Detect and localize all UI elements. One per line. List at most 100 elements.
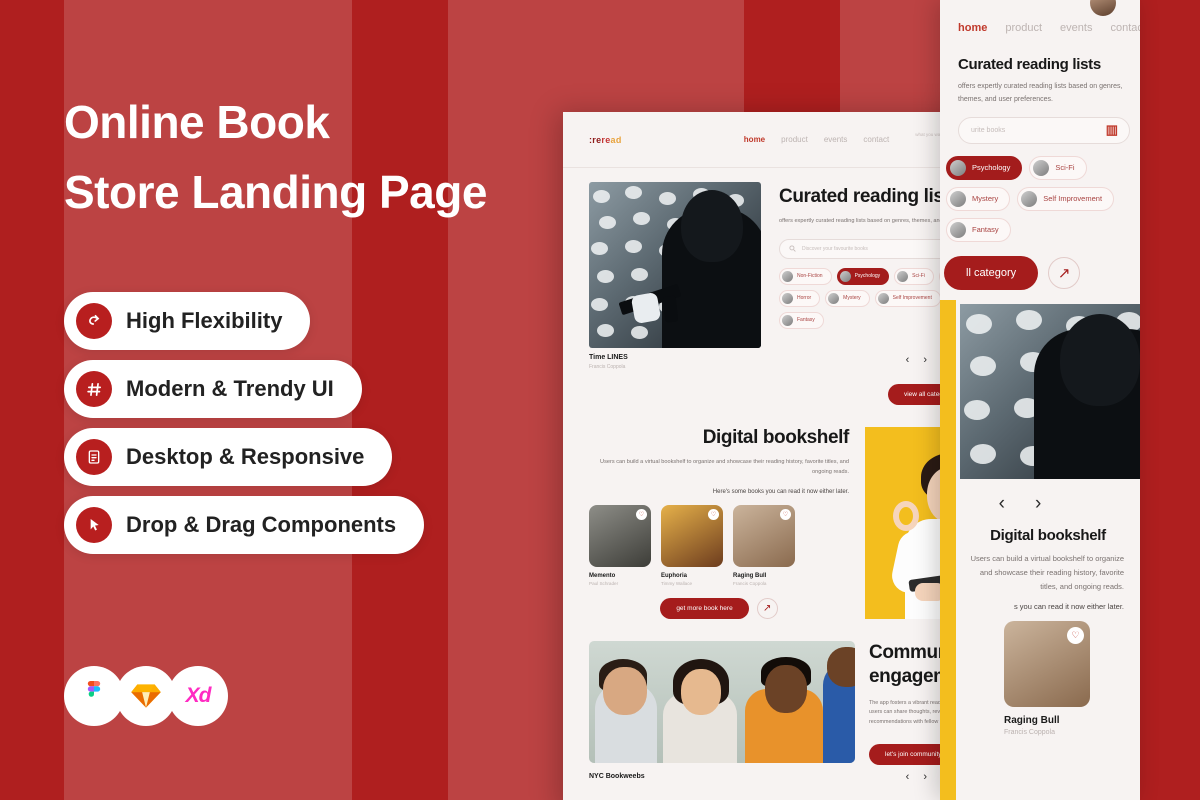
zoom-cta: ll category ↗ <box>940 242 1140 290</box>
genre-tag[interactable]: Self Improvement <box>874 289 941 307</box>
nav-item-product[interactable]: product <box>781 135 808 144</box>
filter-icon[interactable]: ▥ <box>1106 122 1118 138</box>
figma-logo <box>64 666 124 726</box>
zoom-genre-tags: Psychology Sci-Fi Mystery Self Improveme… <box>940 144 1140 242</box>
heart-icon[interactable]: ♡ <box>708 509 719 521</box>
genre-tag-selected[interactable]: Psychology <box>946 155 1023 180</box>
shelf-note: Here's some books you can read it now ei… <box>712 489 849 496</box>
adobe-xd-logo: Xd <box>168 666 228 726</box>
photo-person-3-face <box>765 665 807 714</box>
genre-tag[interactable]: Self Improvement <box>1017 186 1115 211</box>
chevron-right-icon[interactable]: › <box>923 354 927 366</box>
feature-label: Desktop & Responsive <box>126 444 365 469</box>
logo-part-1: :re <box>589 134 602 145</box>
photo-person-1-face <box>603 667 647 716</box>
zoom-subtitle: offers expertly curated reading lists ba… <box>958 83 1123 103</box>
zoom-search-placeholder: urite books <box>971 126 1006 134</box>
genre-tag[interactable]: Fantasy <box>946 217 1011 242</box>
genre-tag[interactable]: Sci-Fi <box>1029 155 1087 180</box>
genre-tag[interactable]: Sci-Fi <box>894 267 934 285</box>
promo-panel: Online Book Store Landing Page High Flex… <box>0 0 600 800</box>
photo-ok-hand <box>893 501 919 531</box>
tool-logos: Xd <box>64 666 228 726</box>
feature-pill-high-flexibility[interactable]: High Flexibility <box>64 292 311 350</box>
brand-logo[interactable]: :reread <box>589 135 622 145</box>
book-title: Time LINES <box>589 354 628 361</box>
photo-person-2-face <box>681 669 721 716</box>
heart-icon[interactable]: ♡ <box>636 509 647 521</box>
zoom-shelf-note: s you can read it now either later. <box>1013 601 1124 611</box>
noir-head <box>681 190 743 262</box>
page-title: Online Book Store Landing Page <box>64 88 487 228</box>
book-title: Raging Bull <box>1004 714 1060 726</box>
document-icon <box>76 439 112 475</box>
nav-links: home product events contact <box>744 135 889 144</box>
sketch-logo <box>116 666 176 726</box>
nav-item-contact[interactable]: contact <box>1110 22 1140 34</box>
heart-icon[interactable]: ♡ <box>780 509 791 521</box>
book-cover: ♡ <box>589 505 651 568</box>
nav-item-home[interactable]: home <box>744 135 765 144</box>
chevron-left-icon[interactable]: ‹ <box>999 493 1005 515</box>
nav-item-home[interactable]: home <box>958 22 987 34</box>
zoom-book-card[interactable]: ♡ Raging Bull Francis Coppola <box>1004 620 1090 736</box>
shelf-subtitle: Users can build a virtual bookshelf to o… <box>600 459 849 476</box>
book-author: Francis Coppola <box>589 364 626 370</box>
logo-part-2: re <box>601 134 611 145</box>
book-title: Raging Bull <box>733 573 767 580</box>
genre-tag[interactable]: Mystery <box>946 186 1011 211</box>
arrow-up-right-icon[interactable]: ↗ <box>1048 256 1081 289</box>
chevron-right-icon[interactable]: › <box>923 771 927 783</box>
get-more-book-button[interactable]: get more book here <box>660 598 749 620</box>
genre-tag[interactable]: Non-Fiction <box>779 267 832 285</box>
search-icon <box>789 245 796 253</box>
xd-label: Xd <box>185 684 212 707</box>
genre-tag-label: Fantasy <box>797 317 815 324</box>
zoomed-detail-panel: home product events contact Curated read… <box>940 0 1140 800</box>
feature-pill-drop-drag-components[interactable]: Drop & Drag Components <box>64 496 425 554</box>
chevron-right-icon[interactable]: › <box>1035 493 1041 515</box>
genre-tag-label: Mystery <box>843 295 861 302</box>
zoom-heading: Curated reading lists <box>958 56 1101 73</box>
logo-part-3: ad <box>610 134 622 145</box>
genre-tag[interactable]: Fantasy <box>779 311 824 329</box>
view-all-category-button[interactable]: ll category <box>944 255 1039 290</box>
nav-item-events[interactable]: events <box>1060 22 1092 34</box>
genre-tag[interactable]: Mystery <box>825 289 870 307</box>
book-card[interactable]: ♡ Euphoria Timmy Wallace <box>661 505 723 586</box>
genre-tag-label: Psychology <box>972 163 1011 173</box>
book-author: Timmy Wallace <box>661 581 693 587</box>
book-cover: ♡ <box>733 505 795 568</box>
nav-item-contact[interactable]: contact <box>863 135 889 144</box>
genre-tag-label: Sci-Fi <box>1055 163 1075 173</box>
zoom-shelf-heading: Digital bookshelf <box>990 526 1106 544</box>
community-photo <box>589 641 855 764</box>
feature-label: Modern & Trendy UI <box>126 376 334 401</box>
book-list: ♡ Memento Paul Schrader ♡ Euphoria Timmy… <box>589 505 849 586</box>
nav-item-events[interactable]: events <box>824 135 848 144</box>
nav-item-product[interactable]: product <box>1005 22 1042 34</box>
feature-pill-desktop-responsive[interactable]: Desktop & Responsive <box>64 428 393 486</box>
book-author: Francis Coppola <box>733 581 767 587</box>
arrow-up-right-icon[interactable]: ↗ <box>756 598 778 620</box>
shelf-heading: Digital bookshelf <box>702 427 850 448</box>
book-card[interactable]: ♡ Raging Bull Francis Coppola <box>733 505 795 586</box>
heart-icon[interactable]: ♡ <box>1067 626 1084 644</box>
zoom-hero-image <box>960 303 1140 479</box>
chevron-left-icon[interactable]: ‹ <box>906 771 910 783</box>
zoom-carousel-controls: ‹ › <box>940 479 1140 515</box>
chevron-left-icon[interactable]: ‹ <box>906 354 910 366</box>
book-card[interactable]: ♡ Memento Paul Schrader <box>589 505 651 586</box>
book-cover: ♡ <box>661 505 723 568</box>
zoom-search-bar[interactable]: urite books ▥ <box>958 116 1130 144</box>
genre-tag[interactable]: Horror <box>779 289 821 307</box>
genre-tag-selected[interactable]: Psychology <box>836 267 890 285</box>
feature-pill-modern-trendy-ui[interactable]: Modern & Trendy UI <box>64 360 362 418</box>
community-caption: NYC Bookweebs <box>589 773 645 781</box>
feature-list: High Flexibility Modern & Trendy UI Desk… <box>64 292 425 564</box>
title-line-1: Online Book <box>64 96 330 148</box>
zoom-yellow-strip <box>940 300 956 800</box>
cursor-icon <box>76 507 112 543</box>
book-title: Memento <box>589 573 616 580</box>
book-cover: ♡ <box>1004 620 1090 707</box>
